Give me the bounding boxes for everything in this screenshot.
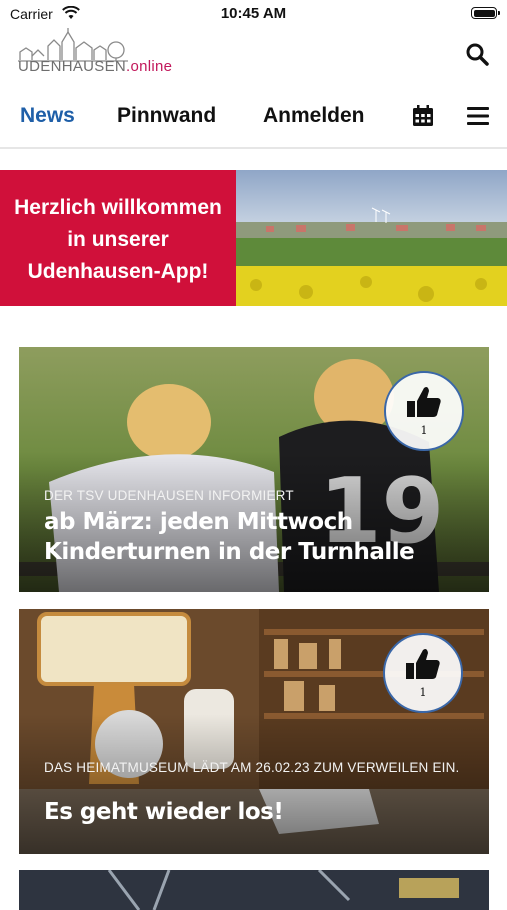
calendar-icon[interactable] [411, 104, 435, 128]
logo-main-text: UDENHAUSEN [18, 58, 127, 75]
banner-line-2: in unserer [67, 228, 169, 251]
status-bar: Carrier 10:45 AM [0, 0, 507, 28]
card-kicker: DAS HEIMATMUSEUM LÄDT AM 26.02.23 ZUM VE… [44, 760, 460, 775]
banner-line-1: Herzlich willkommen [14, 196, 222, 219]
village-skyline-icon [18, 28, 128, 62]
tab-pinnwand[interactable]: Pinnwand [117, 104, 216, 128]
banner-line-3: Udenhausen-App! [27, 260, 209, 283]
app-logo[interactable]: UDENHAUSEN.online [18, 28, 198, 78]
card-kicker: DER TSV UDENHAUSEN INFORMIERT [44, 488, 294, 503]
news-card[interactable] [19, 870, 489, 910]
nav-divider [0, 147, 507, 149]
status-time: 10:45 AM [220, 5, 287, 22]
thumbs-up-icon [406, 649, 440, 679]
like-count: 1 [419, 686, 427, 699]
welcome-banner[interactable]: Herzlich willkommen in unserer Udenhause… [0, 170, 507, 306]
news-photo [19, 870, 489, 910]
main-navigation: News Pinnwand Anmelden [0, 96, 507, 140]
logo-suffix-text: .online [126, 58, 173, 75]
battery-icon [471, 7, 500, 19]
search-icon[interactable] [465, 42, 489, 66]
news-card[interactable]: 19 1 DER TSV UDENHAUSEN INFORMIERT ab Mä… [19, 347, 489, 592]
hamburger-menu-icon[interactable] [467, 106, 489, 126]
tab-anmelden[interactable]: Anmelden [263, 104, 365, 128]
banner-text-panel: Herzlich willkommen in unserer Udenhause… [0, 170, 236, 306]
card-title: Es geht wieder los! [44, 799, 284, 825]
village-landscape-photo [236, 170, 507, 306]
like-count: 1 [420, 424, 428, 437]
like-button[interactable]: 1 [384, 371, 464, 451]
card-title: ab März: jeden Mittwoch Kinderturnen in … [44, 509, 415, 565]
thumbs-up-icon [407, 387, 441, 417]
tab-news[interactable]: News [20, 104, 75, 128]
like-button[interactable]: 1 [383, 633, 463, 713]
news-card[interactable]: 1 DAS HEIMATMUSEUM LÄDT AM 26.02.23 ZUM … [19, 609, 489, 854]
